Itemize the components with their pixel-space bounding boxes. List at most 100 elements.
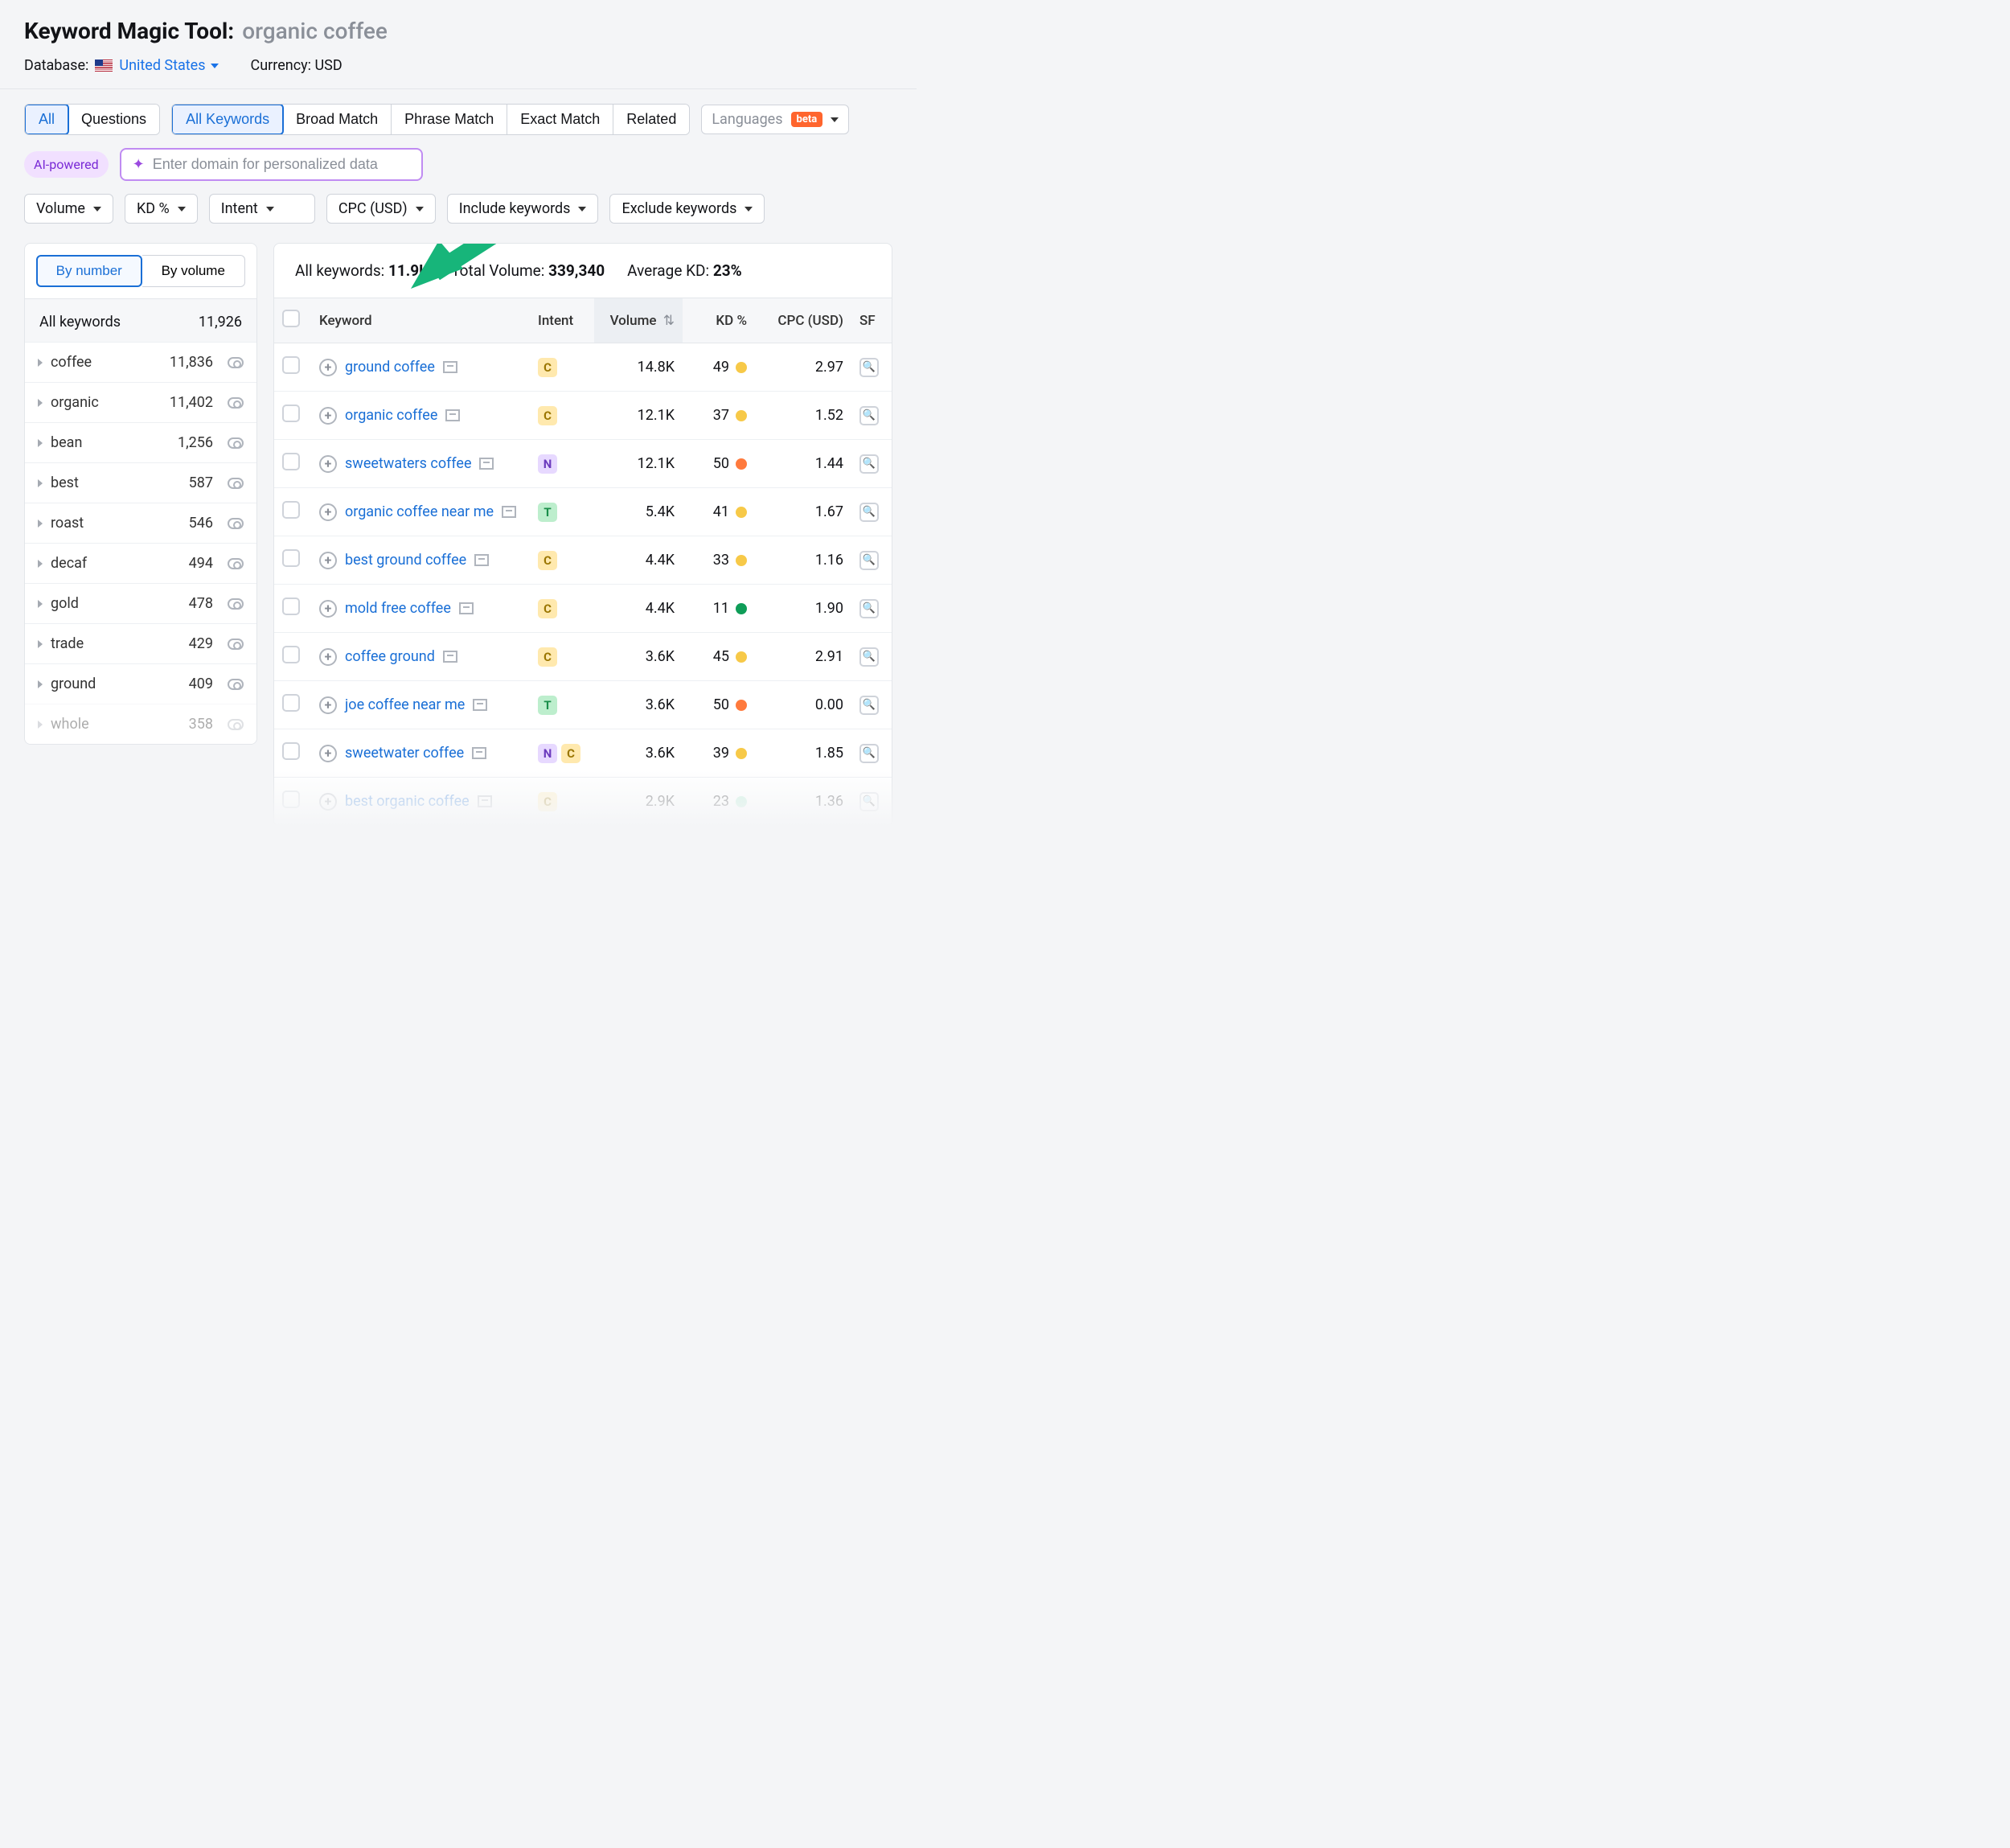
cpc-cell: 1.36 [755, 778, 851, 826]
filter-kd[interactable]: KD % [125, 194, 198, 224]
add-keyword-button[interactable]: + [319, 503, 337, 521]
keyword-link[interactable]: organic coffee near me [345, 503, 494, 520]
col-sf[interactable]: SF [851, 298, 892, 343]
col-volume[interactable]: Volume ⇅ [594, 298, 683, 343]
serp-features-button[interactable]: 🔍 [859, 744, 879, 763]
eye-icon[interactable] [228, 478, 244, 489]
domain-input-container[interactable]: ✦ [120, 148, 423, 181]
row-checkbox[interactable] [282, 791, 300, 808]
eye-icon[interactable] [228, 397, 244, 409]
sidebar-category-bean[interactable]: bean 1,256 [25, 422, 256, 462]
serp-icon[interactable] [472, 747, 486, 759]
row-checkbox[interactable] [282, 598, 300, 615]
sidebar-category-best[interactable]: best 587 [25, 462, 256, 503]
add-keyword-button[interactable]: + [319, 359, 337, 376]
serp-icon[interactable] [459, 602, 474, 614]
row-checkbox[interactable] [282, 694, 300, 712]
sidebar-category-trade[interactable]: trade 429 [25, 623, 256, 663]
eye-icon[interactable] [228, 437, 244, 449]
row-checkbox[interactable] [282, 742, 300, 760]
serp-features-button[interactable]: 🔍 [859, 551, 879, 570]
keyword-link[interactable]: sweetwaters coffee [345, 455, 471, 472]
add-keyword-button[interactable]: + [319, 648, 337, 666]
add-keyword-button[interactable]: + [319, 696, 337, 714]
serp-features-button[interactable]: 🔍 [859, 503, 879, 522]
row-checkbox[interactable] [282, 453, 300, 470]
eye-icon[interactable] [228, 558, 244, 569]
filter-include-keywords[interactable]: Include keywords [447, 194, 599, 224]
eye-icon[interactable] [228, 679, 244, 690]
serp-icon[interactable] [502, 506, 516, 518]
filter-exclude-keywords[interactable]: Exclude keywords [609, 194, 765, 224]
serp-icon[interactable] [479, 458, 494, 470]
serp-features-button[interactable]: 🔍 [859, 696, 879, 715]
keyword-link[interactable]: coffee ground [345, 648, 435, 665]
sidebar-category-roast[interactable]: roast 546 [25, 503, 256, 543]
sidebar-tab-by-number[interactable]: By number [36, 255, 142, 287]
col-kd[interactable]: KD % [683, 298, 755, 343]
table-row: + sweetwaters coffee N 12.1K 50 1.44 🔍 [274, 440, 892, 488]
eye-icon[interactable] [228, 719, 244, 730]
col-keyword[interactable]: Keyword [311, 298, 530, 343]
row-checkbox[interactable] [282, 356, 300, 374]
keyword-link[interactable]: best organic coffee [345, 793, 470, 810]
add-keyword-button[interactable]: + [319, 793, 337, 811]
tab-all[interactable]: All [24, 104, 69, 135]
filter-intent[interactable]: Intent [209, 194, 315, 224]
eye-icon[interactable] [228, 357, 244, 368]
sidebar-category-whole[interactable]: whole 358 [25, 704, 256, 744]
serp-icon[interactable] [478, 795, 492, 807]
add-keyword-button[interactable]: + [319, 552, 337, 569]
serp-icon[interactable] [443, 361, 457, 373]
tab-related[interactable]: Related [613, 105, 689, 134]
serp-icon[interactable] [473, 699, 487, 711]
serp-features-button[interactable]: 🔍 [859, 599, 879, 618]
eye-icon[interactable] [228, 598, 244, 610]
domain-input[interactable] [153, 156, 410, 173]
tab-exact-match[interactable]: Exact Match [507, 105, 613, 134]
sidebar-category-coffee[interactable]: coffee 11,836 [25, 342, 256, 382]
sidebar-tab-by-volume[interactable]: By volume [142, 255, 246, 287]
sidebar-category-gold[interactable]: gold 478 [25, 583, 256, 623]
keyword-link[interactable]: sweetwater coffee [345, 745, 464, 762]
serp-features-button[interactable]: 🔍 [859, 647, 879, 667]
row-checkbox[interactable] [282, 501, 300, 519]
keyword-link[interactable]: mold free coffee [345, 600, 451, 617]
cpc-cell: 1.44 [755, 440, 851, 488]
row-checkbox[interactable] [282, 646, 300, 663]
tab-questions[interactable]: Questions [68, 105, 159, 134]
database-selector[interactable]: United States [119, 57, 218, 74]
languages-selector[interactable]: Languages beta [701, 105, 849, 134]
col-cpc[interactable]: CPC (USD) [755, 298, 851, 343]
keyword-link[interactable]: joe coffee near me [345, 696, 465, 713]
row-checkbox[interactable] [282, 405, 300, 422]
row-checkbox[interactable] [282, 549, 300, 567]
select-all-checkbox[interactable] [282, 310, 300, 327]
serp-features-button[interactable]: 🔍 [859, 358, 879, 377]
add-keyword-button[interactable]: + [319, 600, 337, 618]
serp-icon[interactable] [443, 651, 457, 663]
tab-phrase-match[interactable]: Phrase Match [392, 105, 507, 134]
add-keyword-button[interactable]: + [319, 407, 337, 425]
add-keyword-button[interactable]: + [319, 455, 337, 473]
sidebar-category-organic[interactable]: organic 11,402 [25, 382, 256, 422]
add-keyword-button[interactable]: + [319, 745, 337, 762]
serp-features-button[interactable]: 🔍 [859, 792, 879, 811]
serp-features-button[interactable]: 🔍 [859, 406, 879, 425]
tab-all-keywords[interactable]: All Keywords [171, 104, 284, 135]
filter-cpc[interactable]: CPC (USD) [326, 194, 436, 224]
keyword-link[interactable]: best ground coffee [345, 552, 466, 569]
sidebar-all-keywords[interactable]: All keywords 11,926 [25, 298, 256, 342]
serp-icon[interactable] [445, 409, 460, 421]
serp-features-button[interactable]: 🔍 [859, 454, 879, 474]
sidebar-category-ground[interactable]: ground 409 [25, 663, 256, 704]
keyword-link[interactable]: ground coffee [345, 359, 435, 376]
sidebar-category-decaf[interactable]: decaf 494 [25, 543, 256, 583]
keyword-link[interactable]: organic coffee [345, 407, 437, 424]
eye-icon[interactable] [228, 518, 244, 529]
col-intent[interactable]: Intent [530, 298, 594, 343]
serp-icon[interactable] [474, 554, 489, 566]
filter-volume[interactable]: Volume [24, 194, 113, 224]
tab-broad-match[interactable]: Broad Match [283, 105, 392, 134]
eye-icon[interactable] [228, 639, 244, 650]
